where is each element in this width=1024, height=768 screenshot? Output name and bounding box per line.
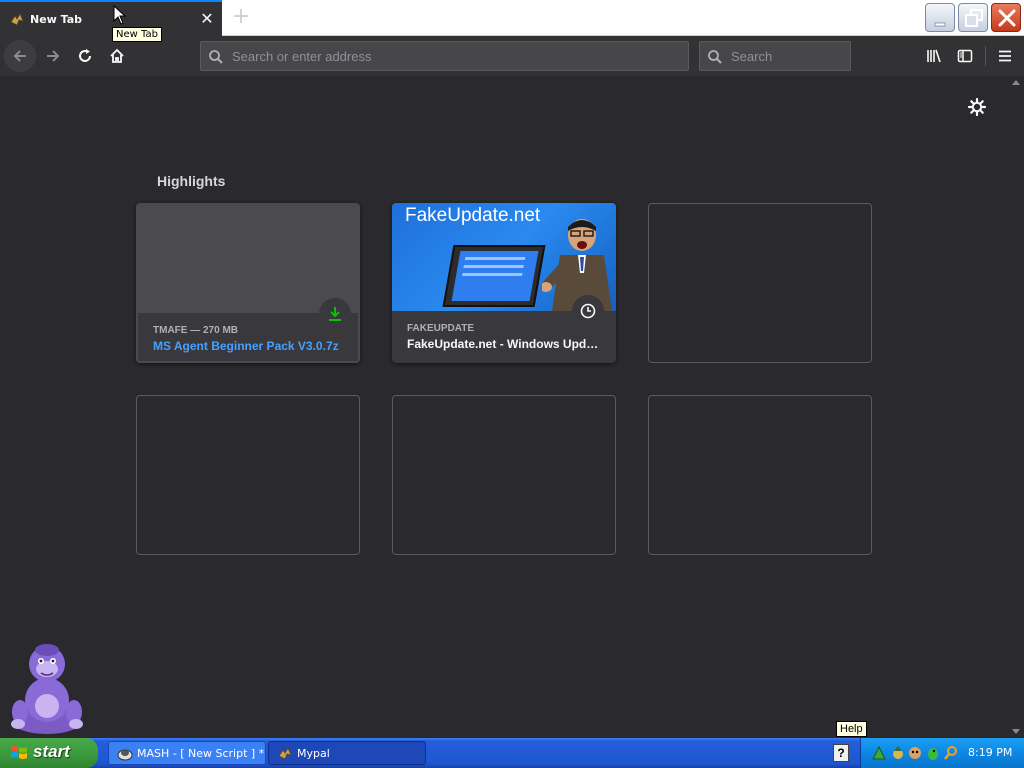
new-tab-page: Highlights TMAFE — 270 MB MS Agent Begin… bbox=[0, 76, 1008, 738]
screen-line bbox=[462, 273, 523, 276]
screaming-man-image bbox=[542, 219, 612, 311]
close-icon bbox=[998, 9, 1016, 27]
mouse-cursor-icon bbox=[113, 5, 127, 25]
restore-icon bbox=[965, 9, 983, 27]
card-thumbnail bbox=[138, 205, 358, 313]
card-meta: FAKEUPDATE bbox=[407, 323, 475, 334]
tray-agent-icon[interactable] bbox=[871, 745, 887, 761]
tab-tooltip: New Tab bbox=[112, 27, 162, 42]
address-bar[interactable] bbox=[200, 41, 689, 71]
back-arrow-icon bbox=[13, 50, 26, 62]
search-icon bbox=[708, 50, 722, 64]
help-tooltip: Help bbox=[836, 721, 867, 737]
reload-button[interactable] bbox=[69, 40, 101, 72]
navigation-toolbar bbox=[0, 36, 1024, 76]
clock-icon bbox=[580, 303, 596, 319]
tray-wizard-icon[interactable] bbox=[890, 745, 906, 761]
screen-line bbox=[463, 265, 524, 268]
mypal-app-icon bbox=[278, 747, 292, 760]
mypal-favicon-icon bbox=[10, 13, 24, 26]
screen: New Tab ✕ + New Tab Search or enter addr… bbox=[0, 0, 1024, 768]
tray-parrot-icon[interactable] bbox=[925, 745, 941, 761]
system-tray: 8:19 PM bbox=[860, 738, 1024, 768]
laptop-image bbox=[442, 245, 546, 307]
windows-logo-icon bbox=[11, 746, 27, 759]
start-button[interactable]: start bbox=[0, 738, 98, 768]
library-button[interactable] bbox=[920, 42, 948, 70]
empty-highlight-slot bbox=[648, 203, 872, 363]
search-icon bbox=[209, 50, 223, 64]
menu-button[interactable] bbox=[991, 42, 1019, 70]
minimize-button[interactable] bbox=[925, 3, 955, 32]
tray-search-icon[interactable] bbox=[943, 745, 959, 761]
card-meta: TMAFE — 270 MB bbox=[153, 325, 239, 336]
tab-new-tab[interactable]: New Tab ✕ bbox=[0, 0, 222, 36]
taskbar-item-label: Mypal bbox=[297, 747, 330, 760]
search-input[interactable] bbox=[731, 42, 841, 70]
highlights-heading: Highlights bbox=[157, 173, 226, 189]
clock-badge bbox=[572, 295, 604, 327]
highlight-card-fakeupdate[interactable]: FakeUpdate.net FAKEUPDATE FakeUpdate.net… bbox=[392, 203, 616, 363]
close-window-button[interactable] bbox=[991, 3, 1021, 32]
tab-title: New Tab bbox=[30, 13, 83, 26]
scroll-down-arrow-icon[interactable] bbox=[1012, 729, 1020, 734]
reload-icon bbox=[79, 49, 91, 62]
minimize-icon bbox=[934, 22, 946, 27]
windows-taskbar: start MASH - [ New Script ] * Mypal 8:19… bbox=[0, 738, 1024, 768]
home-button[interactable] bbox=[101, 40, 133, 72]
taskbar-item-mash[interactable]: MASH - [ New Script ] * bbox=[108, 741, 266, 765]
sidebar-icon bbox=[957, 49, 973, 63]
vertical-scrollbar[interactable] bbox=[1008, 76, 1024, 738]
scroll-up-arrow-icon[interactable] bbox=[1012, 80, 1020, 85]
empty-highlight-slot bbox=[392, 395, 616, 555]
taskbar-item-mypal[interactable]: Mypal bbox=[268, 741, 426, 765]
forward-button[interactable] bbox=[37, 40, 69, 72]
search-bar[interactable] bbox=[699, 41, 851, 71]
card-title[interactable]: FakeUpdate.net - Windows Update bbox=[407, 337, 603, 351]
home-icon bbox=[110, 48, 124, 63]
toolbar-separator bbox=[985, 46, 986, 66]
card-title[interactable]: MS Agent Beginner Pack V3.0.7z bbox=[153, 339, 349, 353]
help-button[interactable]: ? bbox=[833, 744, 849, 762]
gear-icon[interactable] bbox=[966, 96, 988, 118]
back-button[interactable] bbox=[4, 40, 36, 72]
thumbnail-text: FakeUpdate.net bbox=[405, 205, 541, 226]
hamburger-menu-icon bbox=[999, 50, 1011, 62]
close-tab-icon[interactable]: ✕ bbox=[198, 11, 216, 29]
download-badge bbox=[319, 298, 351, 330]
download-icon bbox=[329, 307, 341, 321]
address-input[interactable] bbox=[232, 42, 672, 70]
new-tab-plus-icon[interactable]: + bbox=[230, 6, 252, 28]
library-icon bbox=[927, 49, 941, 63]
empty-highlight-slot bbox=[136, 395, 360, 555]
forward-arrow-icon bbox=[47, 50, 60, 62]
bonzi-agent-character-icon[interactable] bbox=[8, 636, 86, 736]
screen-line bbox=[464, 257, 526, 260]
tray-character-icon[interactable] bbox=[907, 745, 923, 761]
restore-button[interactable] bbox=[958, 3, 988, 32]
mash-app-icon bbox=[117, 749, 133, 761]
laptop-screen bbox=[451, 251, 539, 301]
empty-highlight-slot bbox=[648, 395, 872, 555]
clock: 8:19 PM bbox=[968, 746, 1013, 759]
sidebar-toggle-button[interactable] bbox=[951, 42, 979, 70]
start-label: start bbox=[33, 742, 70, 761]
highlight-card-download[interactable]: TMAFE — 270 MB MS Agent Beginner Pack V3… bbox=[136, 203, 360, 363]
taskbar-item-label: MASH - [ New Script ] * bbox=[137, 747, 265, 760]
